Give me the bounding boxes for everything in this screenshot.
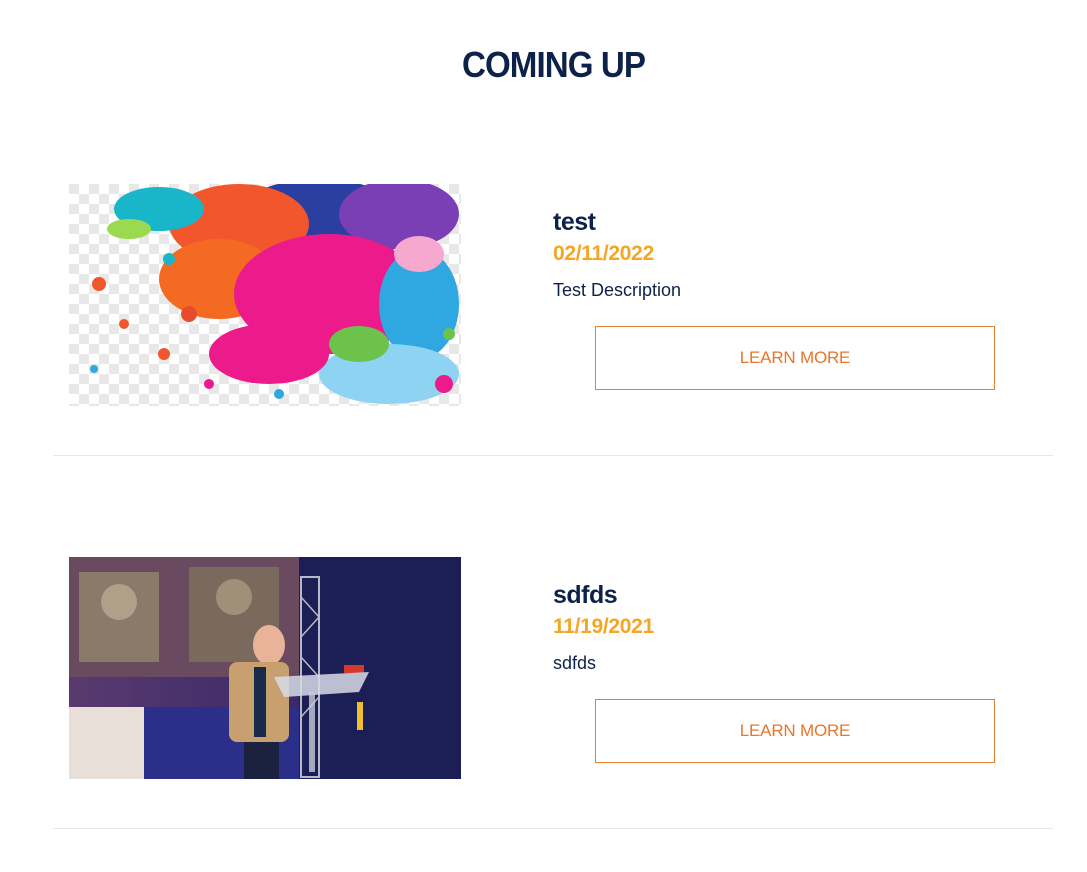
learn-more-button[interactable]: LEARN MORE bbox=[595, 326, 995, 390]
event-title[interactable]: sdfds bbox=[553, 581, 618, 610]
event-date: 02/11/2022 bbox=[553, 242, 654, 265]
event-image-speaker-at-podium[interactable] bbox=[69, 557, 461, 779]
event-image-paint-splatter[interactable] bbox=[69, 184, 461, 406]
event-title[interactable]: test bbox=[553, 208, 596, 237]
event-description: Test Description bbox=[553, 280, 682, 300]
divider bbox=[53, 828, 1053, 829]
page-title: COMING UP bbox=[461, 44, 646, 85]
event-description: sdfds bbox=[553, 653, 597, 673]
learn-more-button[interactable]: LEARN MORE bbox=[595, 699, 995, 763]
divider bbox=[53, 455, 1053, 456]
event-date: 11/19/2021 bbox=[553, 615, 654, 638]
